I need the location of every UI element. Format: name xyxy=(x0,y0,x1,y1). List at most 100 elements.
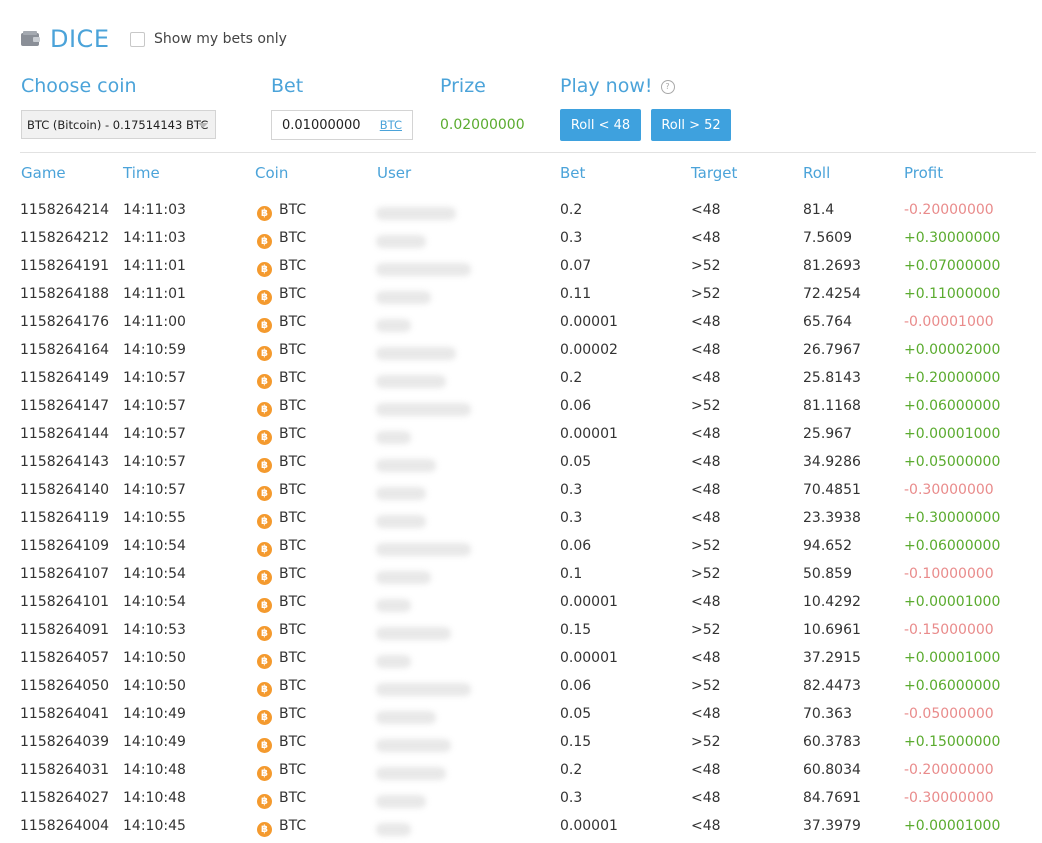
table-row: 1158264144 14:10:57 ฿ BTC 0.00001 <48 25.967 +0… xyxy=(0,422,1042,450)
user-name-redacted xyxy=(376,543,471,556)
game-id[interactable]: 1158264212 xyxy=(20,230,109,246)
coin-name: BTC xyxy=(279,510,307,526)
roll-over-52-button[interactable]: Roll > 52 xyxy=(651,109,731,141)
bet-amount: 0.3 xyxy=(560,482,583,498)
roll-result: 94.652 xyxy=(803,538,852,554)
game-id[interactable]: 1158264191 xyxy=(20,258,109,274)
target: <48 xyxy=(691,594,721,610)
game-id[interactable]: 1158264050 xyxy=(20,678,109,694)
roll-result: 25.967 xyxy=(803,426,852,442)
game-id[interactable]: 1158264057 xyxy=(20,650,109,666)
game-id[interactable]: 1158264214 xyxy=(20,202,109,218)
user-name-redacted xyxy=(376,571,431,584)
bet-unit-link[interactable]: BTC xyxy=(380,118,412,132)
coin-name: BTC xyxy=(279,622,307,638)
coin-name: BTC xyxy=(279,286,307,302)
coin-select[interactable]: BTC (Bitcoin) - 0.17514143 BTC xyxy=(21,110,216,139)
game-id[interactable]: 1158264144 xyxy=(20,426,109,442)
profit: +0.00001000 xyxy=(904,594,1001,610)
game-id[interactable]: 1158264039 xyxy=(20,734,109,750)
column-header-profit: Profit xyxy=(904,164,944,182)
coin-name: BTC xyxy=(279,538,307,554)
game-id[interactable]: 1158264004 xyxy=(20,818,109,834)
roll-result: 70.363 xyxy=(803,706,852,722)
bet-amount: 0.06 xyxy=(560,398,592,414)
profit: +0.00002000 xyxy=(904,342,1001,358)
roll-result: 26.7967 xyxy=(803,342,861,358)
coin-cell: ฿ BTC xyxy=(257,650,306,669)
user-name-redacted xyxy=(376,291,431,304)
bitcoin-icon: ฿ xyxy=(257,290,272,305)
bet-time: 14:10:57 xyxy=(123,426,186,442)
bet-input[interactable]: 0.01000000 BTC xyxy=(271,110,413,140)
coin-cell: ฿ BTC xyxy=(257,678,306,697)
game-id[interactable]: 1158264027 xyxy=(20,790,109,806)
target: <48 xyxy=(691,818,721,834)
table-row: 1158264176 14:11:00 ฿ BTC 0.00001 <48 65.764 -0… xyxy=(0,310,1042,338)
bitcoin-icon: ฿ xyxy=(257,206,272,221)
table-row: 1158264140 14:10:57 ฿ BTC 0.3 <48 70.4851 -0.30… xyxy=(0,478,1042,506)
coin-cell: ฿ BTC xyxy=(257,314,306,333)
bet-time: 14:11:03 xyxy=(123,230,186,246)
bet-time: 14:10:57 xyxy=(123,370,186,386)
target: <48 xyxy=(691,342,721,358)
coin-cell: ฿ BTC xyxy=(257,342,306,361)
game-id[interactable]: 1158264107 xyxy=(20,566,109,582)
show-my-bets-toggle[interactable]: Show my bets only xyxy=(130,31,287,47)
table-row: 1158264149 14:10:57 ฿ BTC 0.2 <48 25.8143 +0.20… xyxy=(0,366,1042,394)
bitcoin-icon: ฿ xyxy=(257,682,272,697)
game-id[interactable]: 1158264143 xyxy=(20,454,109,470)
user-name-redacted xyxy=(376,795,426,808)
game-id[interactable]: 1158264188 xyxy=(20,286,109,302)
show-my-bets-checkbox[interactable] xyxy=(130,31,145,47)
bet-amount: 0.00001 xyxy=(560,314,618,330)
game-id[interactable]: 1158264101 xyxy=(20,594,109,610)
profit: +0.15000000 xyxy=(904,734,1001,750)
profit: +0.05000000 xyxy=(904,454,1001,470)
game-id[interactable]: 1158264149 xyxy=(20,370,109,386)
play-now-heading: Play now!? xyxy=(560,75,675,97)
target: <48 xyxy=(691,706,721,722)
user-name-redacted xyxy=(376,823,411,836)
bet-amount: 0.00001 xyxy=(560,426,618,442)
target: <48 xyxy=(691,230,721,246)
coin-name: BTC xyxy=(279,818,307,834)
coin-cell: ฿ BTC xyxy=(257,482,306,501)
user-name-redacted xyxy=(376,235,426,248)
roll-under-48-button[interactable]: Roll < 48 xyxy=(560,109,641,141)
game-id[interactable]: 1158264109 xyxy=(20,538,109,554)
profit: +0.30000000 xyxy=(904,230,1001,246)
game-id[interactable]: 1158264164 xyxy=(20,342,109,358)
game-id[interactable]: 1158264041 xyxy=(20,706,109,722)
bitcoin-icon: ฿ xyxy=(257,430,272,445)
game-id[interactable]: 1158264176 xyxy=(20,314,109,330)
bitcoin-icon: ฿ xyxy=(257,738,272,753)
bitcoin-icon: ฿ xyxy=(257,402,272,417)
column-header-user: User xyxy=(377,164,412,182)
bet-input-value[interactable]: 0.01000000 xyxy=(272,118,380,133)
table-row: 1158264107 14:10:54 ฿ BTC 0.1 >52 50.859 -0.100… xyxy=(0,562,1042,590)
prize-value: 0.02000000 xyxy=(440,117,525,133)
page-title: DICE xyxy=(50,25,110,53)
bet-amount: 0.2 xyxy=(560,370,583,386)
game-id[interactable]: 1158264140 xyxy=(20,482,109,498)
coin-cell: ฿ BTC xyxy=(257,202,306,221)
bet-amount: 0.05 xyxy=(560,454,592,470)
table-row: 1158264191 14:11:01 ฿ BTC 0.07 >52 81.2693 +0.0… xyxy=(0,254,1042,282)
target: >52 xyxy=(691,286,721,302)
user-name-redacted xyxy=(376,375,446,388)
column-header-time: Time xyxy=(123,164,160,182)
bet-time: 14:11:03 xyxy=(123,202,186,218)
help-icon[interactable]: ? xyxy=(660,79,675,94)
game-id[interactable]: 1158264091 xyxy=(20,622,109,638)
game-id[interactable]: 1158264147 xyxy=(20,398,109,414)
game-id[interactable]: 1158264119 xyxy=(20,510,109,526)
bet-time: 14:10:49 xyxy=(123,734,186,750)
bet-time: 14:10:48 xyxy=(123,790,186,806)
bet-amount: 0.3 xyxy=(560,230,583,246)
bet-time: 14:10:53 xyxy=(123,622,186,638)
prize-label: Prize xyxy=(440,75,486,97)
divider xyxy=(20,152,1036,153)
table-row: 1158264188 14:11:01 ฿ BTC 0.11 >52 72.4254 +0.1… xyxy=(0,282,1042,310)
game-id[interactable]: 1158264031 xyxy=(20,762,109,778)
